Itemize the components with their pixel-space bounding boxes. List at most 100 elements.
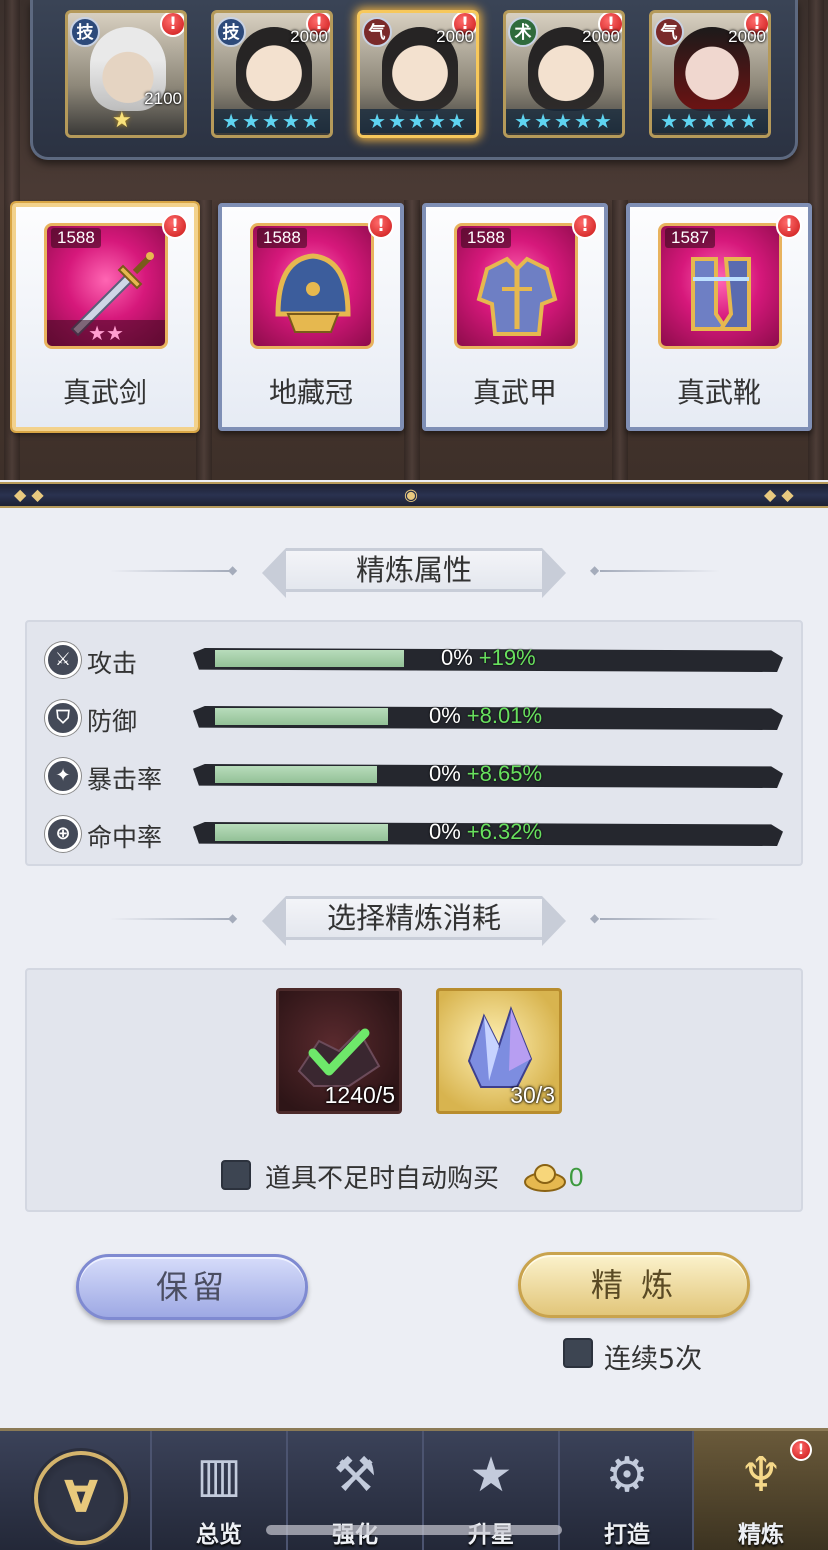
attribute-row: ⊕ 命中率 0% +6.32% — [27, 814, 805, 854]
title-line — [110, 570, 230, 572]
hero-level: 2000 — [728, 27, 766, 46]
refine-button[interactable]: 精 炼 — [518, 1252, 750, 1318]
hero-card-selected[interactable]: 气 ! 2000 ★★★★★ — [357, 10, 479, 138]
wood-pillar — [404, 200, 420, 480]
attribute-label: 命中率 — [87, 823, 163, 852]
crit-icon: ✦ — [45, 758, 81, 794]
diamond-icon: ◆ — [590, 911, 600, 925]
attribute-current: 0% — [429, 819, 461, 844]
forge-icon: ⚙ — [605, 1447, 649, 1503]
hero-type-tag: 气 — [362, 17, 392, 47]
attribute-current: 0% — [429, 703, 461, 728]
attribute-gain: +8.65% — [466, 761, 543, 786]
enhance-icon: ⚒ — [333, 1447, 377, 1503]
scroll-ornament-icon: ◆ ◆ — [764, 485, 794, 504]
attribute-current: 0% — [429, 761, 461, 786]
scroll-ornament-icon: ◆ ◆ — [14, 485, 44, 504]
hero-type-tag: 术 — [508, 17, 538, 47]
equipment-icon: 1588 ★★ — [44, 223, 168, 349]
cost-item-dark-ore[interactable]: 1240/5 — [276, 988, 402, 1114]
equipment-level: 1588 — [51, 228, 101, 248]
alert-badge: ! — [368, 213, 394, 239]
helmet-icon — [275, 253, 351, 333]
wood-pillar — [196, 200, 212, 480]
attribute-bar-fill — [215, 766, 377, 783]
ornamental-divider: ◆ ◆ ◉ ◆ ◆ — [0, 482, 828, 508]
section-title-text: 选择精炼消耗 — [262, 896, 566, 946]
hero-stars: ★★★★★ — [652, 109, 768, 133]
cost-count: 1240/5 — [324, 1082, 395, 1108]
alert-badge: ! — [162, 213, 188, 239]
diamond-icon: ◆ — [228, 911, 238, 925]
section-title-text: 精炼属性 — [262, 548, 566, 598]
top-area: 技 ! 2100 ★ 技 ! 2000 ★★★★★ 气 ! 2000 ★★★★★… — [0, 0, 828, 480]
cost-item-crystal[interactable]: 30/3 — [436, 988, 562, 1114]
attribute-bar-fill — [215, 650, 404, 667]
hero-level: 2100 — [144, 89, 182, 108]
nav-item-refine[interactable]: ♆ 精炼 ! — [692, 1431, 828, 1550]
diamond-icon: ◆ — [228, 563, 238, 577]
title-line — [110, 918, 230, 920]
hero-level: 2000 — [290, 27, 328, 46]
repeat-refine-checkbox[interactable] — [563, 1338, 593, 1368]
armor-icon — [476, 256, 558, 336]
hero-card[interactable]: 技 ! 2100 ★ — [65, 10, 187, 138]
hero-stars: ★★★★★ — [506, 109, 622, 133]
hero-card[interactable]: 技 ! 2000 ★★★★★ — [211, 10, 333, 138]
hero-type-tag: 气 — [654, 17, 684, 47]
section-title-select-cost: ◆ 选择精炼消耗 ◆ — [0, 894, 828, 946]
keep-button[interactable]: 保留 — [76, 1254, 308, 1320]
hero-type-tag: 技 — [216, 17, 246, 47]
auto-buy-label: 道具不足时自动购买 — [265, 1164, 500, 1194]
nav-item-forge[interactable]: ⚙ 打造 — [558, 1431, 694, 1550]
hero-card[interactable]: 术 ! 2000 ★★★★★ — [503, 10, 625, 138]
equipment-name: 真武靴 — [676, 376, 761, 409]
attack-icon: ⚔ — [45, 642, 81, 678]
equipment-card[interactable]: 1588 ! 地藏冠 — [218, 203, 404, 431]
accuracy-icon: ⊕ — [45, 816, 81, 852]
defense-icon: ⛉ — [45, 700, 81, 736]
home-indicator — [266, 1525, 562, 1535]
equipment-card-selected[interactable]: 1588 ★★ ! 真武剑 — [12, 203, 198, 431]
gold-ingot-icon — [524, 1164, 566, 1192]
attribute-gain: +19% — [478, 645, 536, 670]
hero-level: 2000 — [582, 27, 620, 46]
hero-type-tag: 技 — [70, 17, 100, 47]
attribute-bar-fill — [215, 708, 388, 725]
alert-badge: ! — [160, 13, 184, 37]
alert-badge: ! — [776, 213, 802, 239]
equipment-card[interactable]: 1587 ! 真武靴 — [626, 203, 812, 431]
equipment-icon: 1588 — [454, 223, 578, 349]
attribute-label: 暴击率 — [87, 765, 163, 794]
attribute-value-text: 0% +6.32% — [429, 819, 542, 845]
nav-label: 打造 — [604, 1522, 650, 1548]
equipment-card[interactable]: 1588 ! 真武甲 — [422, 203, 608, 431]
section-title-refine-attributes: ◆ 精炼属性 ◆ — [0, 546, 828, 598]
equipment-level: 1587 — [665, 228, 715, 248]
equipment-level: 1588 — [257, 228, 307, 248]
attribute-value-text: 0% +8.01% — [429, 703, 542, 729]
hero-selector: 技 ! 2100 ★ 技 ! 2000 ★★★★★ 气 ! 2000 ★★★★★… — [30, 0, 798, 160]
alert-badge: ! — [572, 213, 598, 239]
star-up-icon: ★ — [469, 1447, 513, 1503]
hero-card[interactable]: 气 ! 2000 ★★★★★ — [649, 10, 771, 138]
equipment-icon: 1587 — [658, 223, 782, 349]
diamond-icon: ◆ — [590, 563, 600, 577]
repeat-refine-label: 连续5次 — [604, 1344, 703, 1375]
equipment-level: 1588 — [461, 228, 511, 248]
auto-buy-checkbox[interactable] — [221, 1160, 251, 1190]
boots-icon — [691, 257, 751, 331]
attribute-row: ✦ 暴击率 0% +8.65% — [27, 756, 805, 796]
equipment-name: 地藏冠 — [268, 376, 353, 409]
home-emblem-icon[interactable]: ∀ — [34, 1451, 128, 1545]
attribute-row: ⚔ 攻击 0% +19% — [27, 640, 805, 680]
gold-amount: 0 — [569, 1162, 584, 1192]
attribute-current: 0% — [441, 645, 473, 670]
attribute-gain: +6.32% — [466, 819, 543, 844]
hero-stars: ★★★★★ — [360, 109, 476, 133]
attribute-bar-fill — [215, 824, 388, 841]
attribute-label: 攻击 — [87, 649, 138, 678]
attributes-panel: ⚔ 攻击 0% +19% ⛉ 防御 0% +8.01% ✦ 暴击率 0% +8.65%… — [25, 620, 803, 866]
attribute-label: 防御 — [87, 707, 138, 736]
hero-stars: ★★★★★ — [214, 109, 330, 133]
